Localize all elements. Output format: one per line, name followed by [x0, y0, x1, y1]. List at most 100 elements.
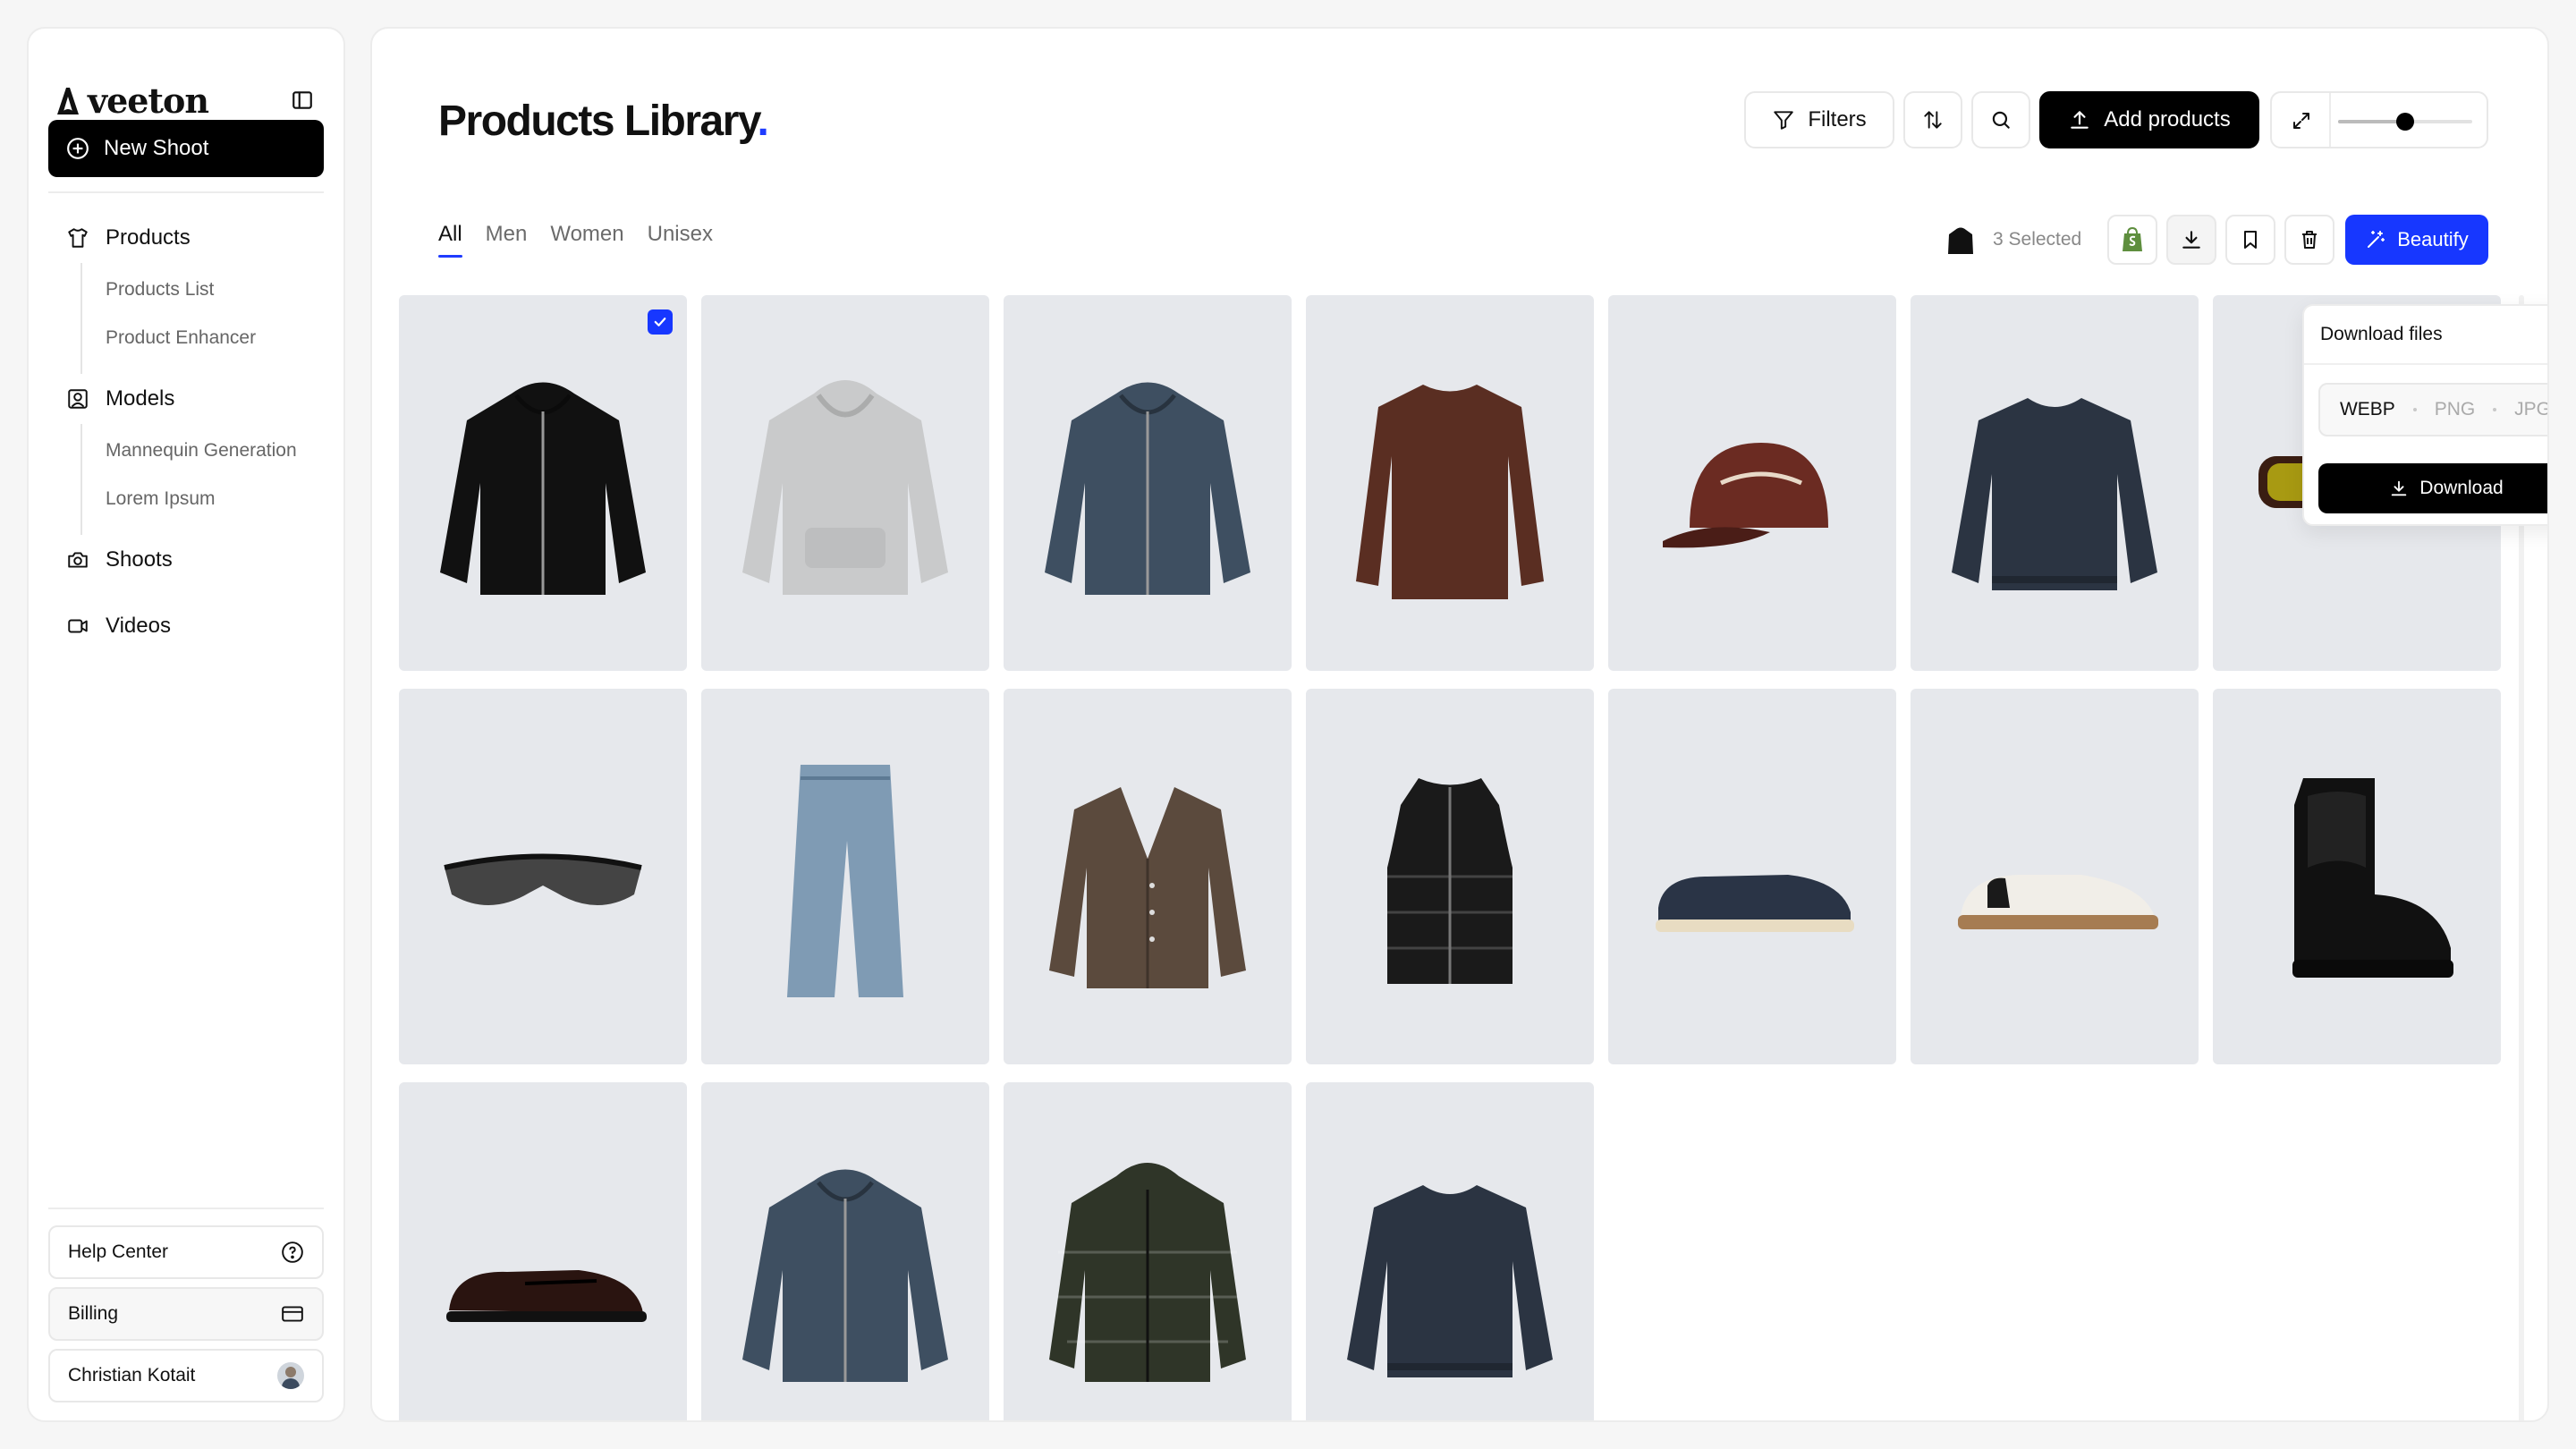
product-card[interactable]: [1306, 1082, 1594, 1420]
product-card[interactable]: [1911, 295, 2199, 671]
product-card[interactable]: [399, 689, 687, 1064]
format-selector: WEBP PNG JPG: [2318, 383, 2547, 436]
zoom-slider[interactable]: [2338, 113, 2472, 131]
product-card[interactable]: [399, 295, 687, 671]
help-center-button[interactable]: Help Center: [48, 1225, 324, 1279]
longsleeve-image: [1356, 385, 1544, 599]
logo-mark-icon: [57, 88, 79, 114]
shopify-export-button[interactable]: [2107, 215, 2157, 265]
product-card[interactable]: [1608, 689, 1896, 1064]
product-card[interactable]: [1004, 1082, 1292, 1420]
sidebar-item-label: Models: [106, 386, 175, 411]
add-products-label: Add products: [2104, 107, 2231, 131]
selected-checkbox[interactable]: [648, 309, 673, 335]
tab-women[interactable]: Women: [550, 222, 623, 258]
product-card[interactable]: [2213, 689, 2501, 1064]
zoom-control: [2270, 91, 2488, 148]
product-card[interactable]: [1608, 295, 1896, 671]
new-shoot-button[interactable]: New Shoot: [48, 120, 324, 177]
billing-button[interactable]: Billing: [48, 1287, 324, 1341]
sidebar-item-products[interactable]: Products: [48, 216, 324, 259]
product-grid: [399, 295, 2503, 1420]
delete-button[interactable]: [2284, 215, 2334, 265]
search-button[interactable]: [1971, 91, 2030, 148]
format-option-jpg[interactable]: JPG: [2514, 399, 2547, 420]
sort-arrows-icon: [1924, 111, 1942, 129]
product-card[interactable]: [1306, 295, 1594, 671]
category-tabs: All Men Women Unisex: [438, 222, 713, 258]
sidebar-subitem-mannequin-generation[interactable]: Mannequin Generation: [106, 433, 297, 469]
zoom-separator: [2329, 93, 2331, 147]
download-icon: [2392, 480, 2407, 496]
format-separator: [2493, 408, 2497, 411]
sneaker-image: [1958, 875, 2158, 929]
sidebar-toggle-button[interactable]: [281, 79, 324, 122]
bookmark-button[interactable]: [2225, 215, 2275, 265]
user-profile-button[interactable]: Christian Kotait: [48, 1349, 324, 1402]
download-button[interactable]: [2166, 215, 2216, 265]
chelsea-boot-image: [2292, 778, 2453, 978]
product-card[interactable]: [1306, 689, 1594, 1064]
main-panel: Products Library. Filters Add products A…: [370, 27, 2549, 1422]
cap-image: [1663, 443, 1828, 548]
checkmark-icon: [654, 318, 666, 326]
hoodie-thumbnail-icon: [1948, 227, 1973, 254]
product-card[interactable]: [1004, 689, 1292, 1064]
shopify-bag-icon: [2123, 226, 2142, 251]
panel-left-icon: [292, 91, 312, 109]
sidebar-item-label: Products: [106, 225, 191, 250]
tab-unisex[interactable]: Unisex: [648, 222, 713, 258]
billing-label: Billing: [68, 1303, 119, 1324]
product-card[interactable]: [701, 295, 989, 671]
brand-logo[interactable]: veeton: [54, 79, 209, 122]
zoom-slider-handle[interactable]: [2396, 113, 2414, 131]
zoom-slider-fill: [2338, 120, 2405, 123]
sidebar-item-models[interactable]: Models: [48, 377, 324, 420]
filters-button[interactable]: Filters: [1744, 91, 1894, 148]
app: veeton New Shoot Products Products List …: [0, 0, 2576, 1449]
sweater-image: [1347, 1185, 1553, 1377]
sidebar-subitem-lorem-ipsum[interactable]: Lorem Ipsum: [106, 481, 216, 517]
product-card[interactable]: [701, 689, 989, 1064]
tab-men[interactable]: Men: [486, 222, 528, 258]
zip-hoodie-image: [440, 382, 646, 595]
filter-icon: [1774, 111, 1794, 130]
format-option-webp[interactable]: WEBP: [2340, 399, 2395, 420]
brand-name: veeton: [88, 80, 209, 121]
page-title: Products Library.: [438, 97, 769, 146]
avatar: [277, 1362, 304, 1389]
format-separator: [2412, 408, 2417, 411]
user-frame-icon: [68, 389, 88, 409]
product-card[interactable]: [1911, 689, 2199, 1064]
cardigan-image: [1049, 787, 1246, 988]
video-icon: [68, 619, 88, 633]
bookmark-icon: [2244, 231, 2257, 249]
search-icon: [1992, 111, 2010, 129]
loafer-image: [1656, 875, 1854, 932]
sidebar-subitem-products-list[interactable]: Products List: [106, 272, 214, 308]
upload-icon: [2071, 111, 2089, 129]
selected-count: 3 Selected: [1993, 229, 2082, 250]
tab-all[interactable]: All: [438, 222, 462, 258]
sort-button[interactable]: [1903, 91, 1962, 148]
sidebar-item-label: Videos: [106, 614, 171, 638]
product-card[interactable]: [1004, 295, 1292, 671]
download-files-button[interactable]: Download: [2318, 463, 2547, 513]
penny-loafer-image: [446, 1270, 647, 1322]
sidebar-item-videos[interactable]: Videos: [48, 605, 324, 648]
subnav-line: [80, 263, 82, 374]
format-option-png[interactable]: PNG: [2435, 399, 2476, 420]
product-card[interactable]: [399, 1082, 687, 1420]
sidebar-item-label: Shoots: [106, 547, 173, 572]
help-circle-icon: [282, 1241, 303, 1263]
expand-button[interactable]: [2281, 100, 2322, 141]
product-card[interactable]: [701, 1082, 989, 1420]
selection-preview: [1945, 222, 1977, 259]
zip-hoodie-image: [742, 1169, 948, 1382]
add-products-button[interactable]: Add products: [2039, 91, 2259, 148]
magic-wand-icon: [2368, 231, 2385, 248]
sidebar-subitem-product-enhancer[interactable]: Product Enhancer: [106, 320, 256, 356]
popover-divider: [2304, 363, 2547, 365]
sidebar-item-shoots[interactable]: Shoots: [48, 538, 324, 581]
beautify-button[interactable]: Beautify: [2345, 215, 2488, 265]
